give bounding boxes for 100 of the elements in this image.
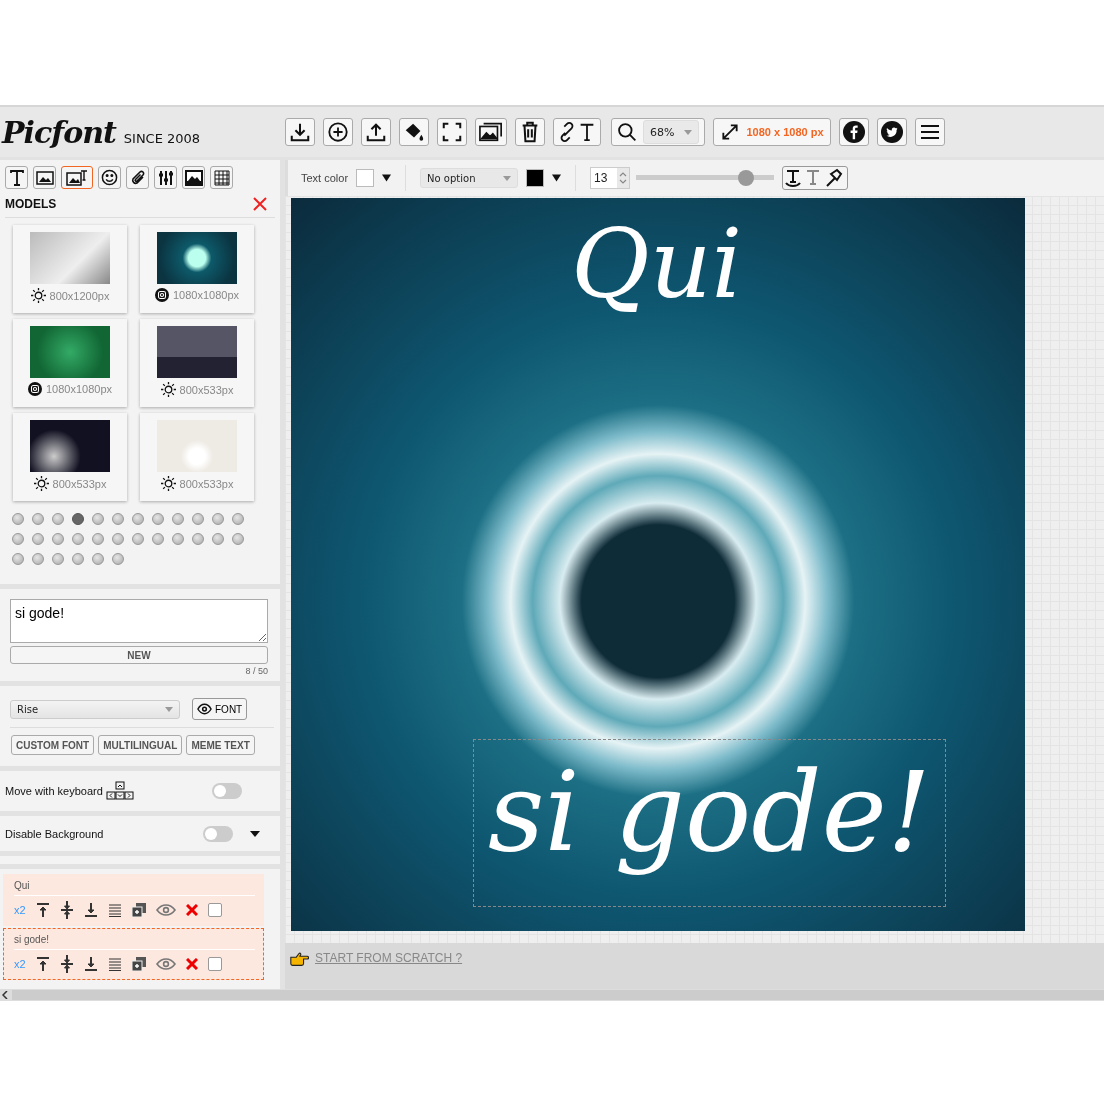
image-tool-tab[interactable] xyxy=(33,166,56,189)
template-card[interactable]: 800x533px xyxy=(140,319,254,407)
text-tool-tab[interactable] xyxy=(5,166,28,189)
logo[interactable]: Picfont xyxy=(2,114,116,150)
font-select[interactable]: Rise xyxy=(10,699,180,719)
sliders-tool-tab[interactable] xyxy=(154,166,177,189)
zoom-control[interactable]: 68% xyxy=(611,118,706,146)
page-dot[interactable] xyxy=(152,533,164,545)
template-card[interactable]: 800x533px xyxy=(13,413,127,501)
duplicate-icon[interactable] xyxy=(131,957,146,971)
caret-icon[interactable] xyxy=(250,830,260,837)
clip-tool-tab[interactable] xyxy=(126,166,149,189)
lines-icon[interactable] xyxy=(107,957,122,971)
toggle-switch[interactable] xyxy=(203,825,233,842)
page-dot[interactable] xyxy=(192,513,204,525)
page-dot[interactable] xyxy=(92,533,104,545)
font-option-button[interactable]: MULTILINGUAL xyxy=(98,735,183,755)
align-bottom-icon[interactable] xyxy=(83,957,98,971)
upload-button[interactable] xyxy=(361,118,391,146)
close-icon[interactable] xyxy=(253,197,267,211)
page-dot[interactable] xyxy=(192,533,204,545)
page-dot[interactable] xyxy=(172,533,184,545)
trash-button[interactable] xyxy=(515,118,545,146)
font-option-button[interactable]: CUSTOM FONT xyxy=(11,735,95,755)
grid-tool-tab[interactable] xyxy=(210,166,233,189)
page-dot[interactable] xyxy=(72,513,84,525)
align-middle-icon[interactable] xyxy=(59,955,74,973)
page-dot[interactable] xyxy=(72,553,84,565)
images-button[interactable] xyxy=(475,118,507,146)
page-dot[interactable] xyxy=(212,513,224,525)
layer-item[interactable]: si gode! x2 xyxy=(3,928,264,980)
layer-checkbox[interactable] xyxy=(207,957,222,971)
facebook-button[interactable] xyxy=(838,118,869,146)
template-card[interactable]: 800x533px xyxy=(140,413,254,501)
eye-icon[interactable] xyxy=(155,904,176,916)
page-dot[interactable] xyxy=(12,553,24,565)
template-card[interactable]: 1080x1080px xyxy=(13,319,127,407)
page-dot[interactable] xyxy=(72,533,84,545)
download-button[interactable] xyxy=(285,118,315,146)
page-dot[interactable] xyxy=(232,533,244,545)
new-button[interactable]: NEW xyxy=(10,646,268,664)
page-dot[interactable] xyxy=(92,513,104,525)
frame-tool-tab[interactable] xyxy=(182,166,205,189)
effect-color-swatch[interactable] xyxy=(526,169,545,187)
zoom-select[interactable]: 68% xyxy=(643,120,700,144)
lines-icon[interactable] xyxy=(107,903,122,917)
text-style-buttons[interactable] xyxy=(782,166,849,190)
duplicate-icon[interactable] xyxy=(131,903,146,917)
fullscreen-button[interactable] xyxy=(437,118,467,146)
page-dot[interactable] xyxy=(12,513,24,525)
page-dot[interactable] xyxy=(112,513,124,525)
page-dot[interactable] xyxy=(32,513,44,525)
page-dot[interactable] xyxy=(152,513,164,525)
page-dot[interactable] xyxy=(32,553,44,565)
text-input[interactable]: si gode! xyxy=(10,599,268,643)
page-dot[interactable] xyxy=(132,533,144,545)
page-dot[interactable] xyxy=(52,553,64,565)
page-dot[interactable] xyxy=(112,553,124,565)
align-bottom-icon[interactable] xyxy=(83,903,98,917)
emoji-tool-tab[interactable] xyxy=(98,166,121,189)
page-dot[interactable] xyxy=(32,533,44,545)
font-option-button[interactable]: MEME TEXT xyxy=(186,735,255,755)
slider-thumb[interactable] xyxy=(738,170,755,186)
template-card[interactable]: 1080x1080px xyxy=(140,225,254,313)
canvas-text[interactable]: si gode! xyxy=(473,739,946,907)
toggle-switch[interactable] xyxy=(212,783,242,799)
page-dot[interactable] xyxy=(212,533,224,545)
menu-button[interactable] xyxy=(914,118,945,146)
image-text-tool-tab[interactable] xyxy=(61,166,93,189)
caret-icon[interactable] xyxy=(552,174,562,182)
font-preview-button[interactable]: FONT xyxy=(192,698,248,720)
page-dot[interactable] xyxy=(92,553,104,565)
spinner-icon[interactable] xyxy=(619,171,628,185)
page-dot[interactable] xyxy=(232,513,244,525)
align-top-icon[interactable] xyxy=(35,903,50,917)
canvas-text[interactable]: Qui xyxy=(571,208,743,320)
page-dot[interactable] xyxy=(112,533,124,545)
align-top-icon[interactable] xyxy=(35,957,50,971)
delete-icon[interactable] xyxy=(185,904,198,916)
page-dot[interactable] xyxy=(52,513,64,525)
page-dot[interactable] xyxy=(172,513,184,525)
scrollbar[interactable] xyxy=(12,990,1104,1000)
effect-select[interactable]: No option xyxy=(420,168,519,188)
add-button[interactable] xyxy=(323,118,353,146)
page-dot[interactable] xyxy=(132,513,144,525)
text-color-swatch[interactable] xyxy=(356,169,375,187)
twitter-button[interactable] xyxy=(876,118,907,146)
page-dot[interactable] xyxy=(52,533,64,545)
delete-icon[interactable] xyxy=(185,958,198,970)
align-middle-icon[interactable] xyxy=(59,901,74,919)
caret-icon[interactable] xyxy=(382,174,392,182)
font-size-input[interactable]: 13 xyxy=(590,167,631,189)
bucket-button[interactable] xyxy=(399,118,429,146)
scroll-left-icon[interactable] xyxy=(0,989,10,1001)
page-dot[interactable] xyxy=(12,533,24,545)
eye-icon[interactable] xyxy=(155,958,176,970)
layer-item[interactable]: Qui x2 xyxy=(3,874,264,926)
toggle-label: Disable Background xyxy=(5,827,104,840)
layer-checkbox[interactable] xyxy=(207,903,222,917)
link-button[interactable] xyxy=(553,118,601,146)
